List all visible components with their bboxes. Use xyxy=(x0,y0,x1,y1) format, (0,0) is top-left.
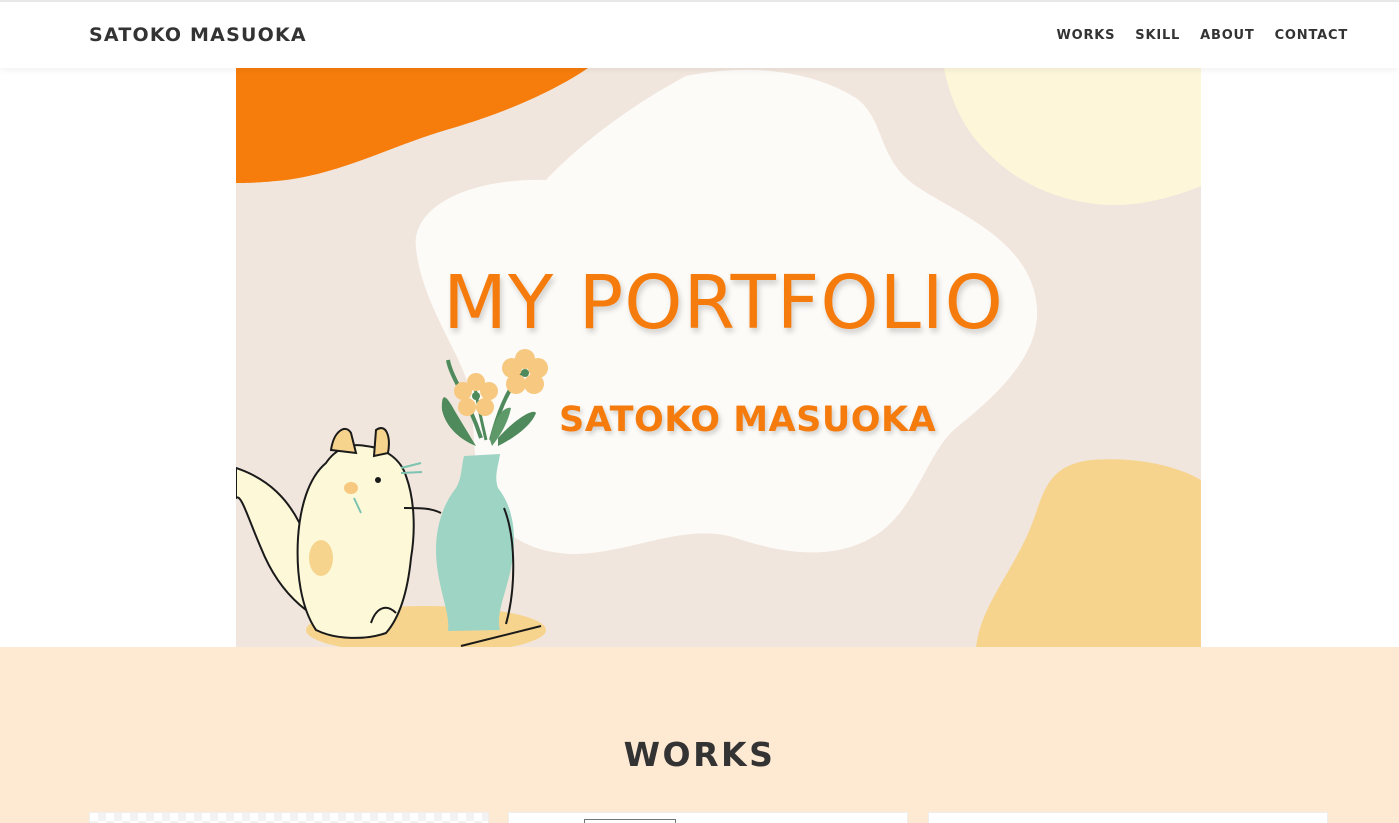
hero-title: MY PORTFOLIO xyxy=(443,260,1004,346)
hero-banner: MY PORTFOLIO SATOKO MASUOKA xyxy=(236,68,1201,647)
main-nav: WORKS SKILL ABOUT CONTACT xyxy=(1056,28,1348,43)
hero-subtitle: SATOKO MASUOKA xyxy=(559,400,937,440)
site-logo-link[interactable]: SATOKO MASUOKA xyxy=(89,24,307,46)
site-header: SATOKO MASUOKA WORKS SKILL ABOUT CONTACT xyxy=(0,2,1399,68)
nav-link-contact[interactable]: CONTACT xyxy=(1275,28,1348,43)
nav-link-skill[interactable]: SKILL xyxy=(1135,28,1180,43)
works-card[interactable] xyxy=(508,812,908,823)
works-heading: WORKS xyxy=(623,735,776,774)
nav-link-about[interactable]: ABOUT xyxy=(1200,28,1254,43)
hero-illustration xyxy=(236,68,1201,647)
card-thumbnail-frame xyxy=(584,819,676,823)
works-section: WORKS xyxy=(0,647,1399,823)
nav-link-works[interactable]: WORKS xyxy=(1056,28,1115,43)
works-card[interactable] xyxy=(928,812,1328,823)
works-card[interactable] xyxy=(89,812,489,823)
